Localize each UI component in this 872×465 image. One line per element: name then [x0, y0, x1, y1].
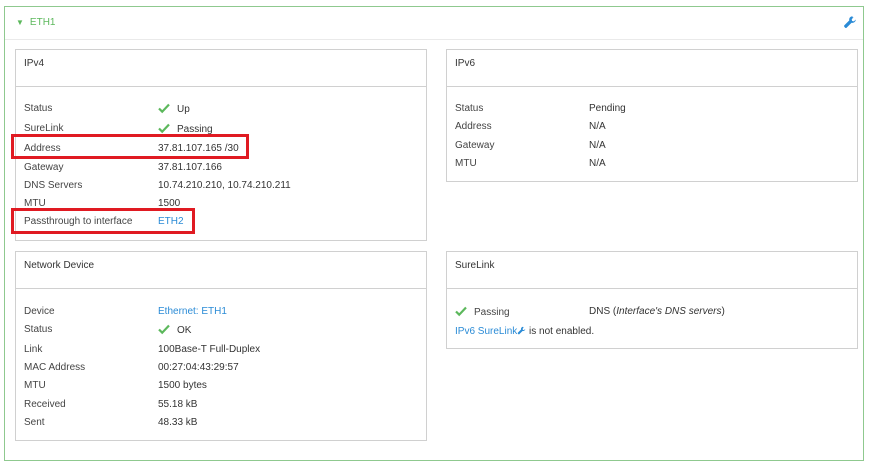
field-label: Link	[24, 344, 43, 355]
status-value: Up	[177, 104, 190, 115]
field-label: DNS Servers	[24, 180, 83, 191]
ipv6-panel-header: IPv6	[447, 50, 857, 87]
ipv4-panel-header: IPv4	[16, 50, 426, 87]
passthrough-highlight-box	[11, 208, 195, 234]
dns-value: 10.74.210.210, 10.74.210.211	[158, 180, 291, 191]
field-label: Status	[24, 103, 53, 114]
panel-title: IPv4	[24, 58, 45, 69]
field-label: Status	[24, 324, 53, 335]
field-label: Received	[24, 399, 66, 410]
field-label: Status	[455, 103, 484, 114]
panel-title: IPv6	[455, 58, 476, 69]
address-highlight-box	[11, 134, 249, 159]
field-label: Gateway	[24, 162, 64, 173]
field-value: Up	[158, 102, 190, 117]
mtu-value: N/A	[589, 158, 606, 169]
gateway-value: N/A	[589, 140, 606, 151]
network-device-panel: Network Device Device Ethernet: ETH1 Sta…	[15, 251, 427, 441]
section-title[interactable]: ETH1	[30, 17, 56, 28]
field-label: Gateway	[455, 140, 495, 151]
dns-value: DNS (Interface's DNS servers)	[589, 305, 725, 319]
field-label: Passing	[455, 305, 510, 320]
section-title-wrap[interactable]: ▼ ETH1	[16, 17, 55, 28]
ipv6-surelink-link[interactable]: IPv6 SureLink	[455, 326, 517, 337]
field-label: Device	[24, 306, 55, 317]
dns-detail: Interface's DNS servers	[616, 306, 722, 317]
field-label: MTU	[24, 380, 46, 391]
eth1-section: ▼ ETH1 IPv4 Status Up SureLink Passing Ad…	[4, 6, 864, 461]
device-link[interactable]: Ethernet: ETH1	[158, 305, 227, 319]
section-header[interactable]: ▼ ETH1	[5, 7, 863, 40]
ipv6-surelink-row: IPv6 SureLink is not enabled.	[455, 325, 594, 339]
status-value: OK	[177, 325, 192, 336]
ipv6-surelink-status: is not enabled.	[526, 326, 595, 337]
network-device-panel-header: Network Device	[16, 252, 426, 289]
wrench-icon[interactable]	[843, 15, 857, 29]
mac-value: 00:27:04:43:29:57	[158, 362, 239, 373]
field-label: Address	[455, 121, 492, 132]
field-value: OK	[158, 323, 191, 338]
field-label: MTU	[455, 158, 477, 169]
triangle-down-icon[interactable]: ▼	[16, 18, 24, 27]
link-value: 100Base-T Full-Duplex	[158, 344, 261, 355]
status-value: Pending	[589, 103, 626, 114]
field-label: MAC Address	[24, 362, 86, 373]
check-icon	[158, 103, 170, 114]
dns-suffix: )	[721, 306, 725, 317]
mtu-value: 1500 bytes	[158, 380, 207, 391]
ipv6-panel: IPv6 Status Pending Address N/A Gateway …	[446, 49, 858, 182]
check-icon	[158, 123, 170, 134]
gateway-value: 37.81.107.166	[158, 162, 222, 173]
check-icon	[158, 324, 170, 335]
check-icon	[455, 306, 467, 317]
sent-value: 48.33 kB	[158, 417, 198, 428]
field-label: Sent	[24, 417, 45, 428]
wrench-icon[interactable]	[517, 326, 526, 335]
received-value: 55.18 kB	[158, 399, 198, 410]
surelink-panel: SureLink Passing DNS (Interface's DNS se…	[446, 251, 858, 349]
passing-label: Passing	[474, 307, 510, 318]
panel-title: SureLink	[455, 260, 495, 271]
panel-title: Network Device	[24, 260, 95, 271]
dns-prefix: DNS (	[589, 306, 617, 317]
surelink-panel-header: SureLink	[447, 252, 857, 289]
address-value: N/A	[589, 121, 606, 132]
